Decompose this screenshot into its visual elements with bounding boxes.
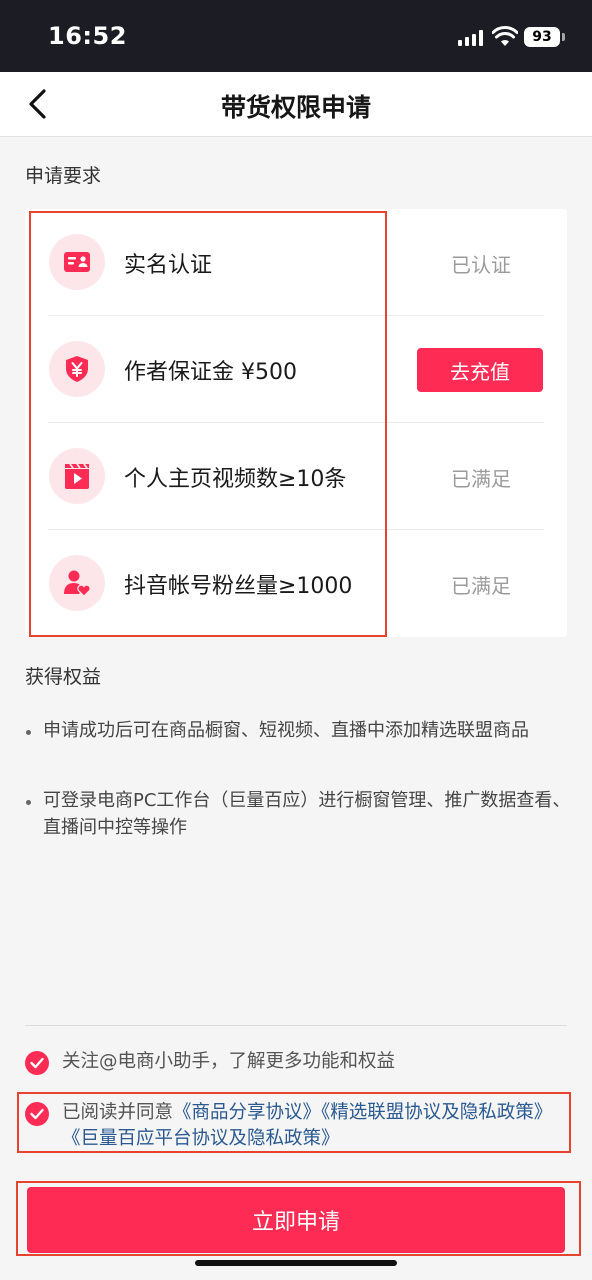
link-baiying-agreement[interactable]: 《巨量百应平台协议及隐私政策》 bbox=[62, 1128, 340, 1149]
follow-text: 关注@电商小助手，了解更多功能和权益 bbox=[62, 1051, 396, 1072]
requirement-status: 已满足 bbox=[451, 467, 511, 491]
nav-bar: 带货权限申请 bbox=[0, 72, 592, 137]
requirement-status: 已认证 bbox=[451, 253, 511, 277]
battery-tip bbox=[562, 33, 565, 41]
link-product-share-agreement[interactable]: 《商品分享协议》 bbox=[173, 1102, 321, 1123]
benefits-section-title: 获得权益 bbox=[25, 666, 102, 688]
checkmark-icon[interactable] bbox=[25, 1051, 49, 1075]
fans-heart-icon bbox=[49, 555, 105, 611]
benefit-text: 申请成功后可在商品橱窗、短视频、直播中添加精选联盟商品 bbox=[43, 720, 529, 741]
bullet-dot bbox=[26, 730, 31, 735]
agreement-checkbox-row: 已阅读并同意《商品分享协议》《精选联盟协议及隐私政策》《巨量百应平台协议及隐私政… bbox=[25, 1102, 570, 1154]
requirement-label: 抖音帐号粉丝量≥1000 bbox=[124, 574, 353, 599]
benefit-text: 可登录电商PC工作台（巨量百应）进行橱窗管理、推广数据查看、直播间中控等操作 bbox=[43, 790, 571, 838]
page-title: 带货权限申请 bbox=[220, 93, 371, 122]
requirement-row-videos: 个人主页视频数≥10条 已满足 bbox=[25, 423, 567, 530]
agreement-divider bbox=[25, 1025, 567, 1026]
home-indicator bbox=[195, 1260, 397, 1266]
status-time: 16:52 bbox=[48, 22, 127, 50]
status-bar: 16:52 93 bbox=[0, 0, 592, 72]
bullet-dot bbox=[26, 800, 31, 805]
follow-checkbox-row: 关注@电商小助手，了解更多功能和权益 bbox=[25, 1051, 570, 1077]
id-card-icon bbox=[49, 234, 105, 290]
requirement-row-real-name: 实名认证 已认证 bbox=[25, 209, 567, 316]
requirements-section-title: 申请要求 bbox=[25, 165, 102, 187]
checkmark-icon[interactable] bbox=[25, 1102, 49, 1126]
benefit-item: 可登录电商PC工作台（巨量百应）进行橱窗管理、推广数据查看、直播间中控等操作 bbox=[26, 787, 571, 841]
requirement-label: 个人主页视频数≥10条 bbox=[124, 467, 347, 492]
apply-button[interactable]: 立即申请 bbox=[27, 1187, 565, 1253]
agreement-text: 已阅读并同意《商品分享协议》《精选联盟协议及隐私政策》《巨量百应平台协议及隐私政… bbox=[62, 1100, 572, 1152]
requirement-row-deposit: 作者保证金 ¥500 去充值 bbox=[25, 316, 567, 423]
benefit-item: 申请成功后可在商品橱窗、短视频、直播中添加精选联盟商品 bbox=[26, 717, 571, 744]
agreement-prefix: 已阅读并同意 bbox=[62, 1102, 174, 1123]
cellular-signal-icon bbox=[458, 30, 486, 46]
requirements-card: 实名认证 已认证 作者保证金 ¥500 去充值 个人主页视频数≥10条 已满足 bbox=[25, 209, 567, 637]
requirement-row-fans: 抖音帐号粉丝量≥1000 已满足 bbox=[25, 530, 567, 637]
requirement-status: 已满足 bbox=[451, 574, 511, 598]
link-alliance-agreement[interactable]: 《精选联盟协议及隐私政策》 bbox=[321, 1102, 552, 1123]
wifi-icon bbox=[492, 26, 518, 46]
video-clapper-icon bbox=[49, 448, 105, 504]
battery-icon: 93 bbox=[524, 27, 560, 47]
yen-shield-icon bbox=[49, 341, 105, 397]
requirement-label: 实名认证 bbox=[124, 253, 213, 278]
requirement-label: 作者保证金 ¥500 bbox=[124, 360, 297, 385]
recharge-button[interactable]: 去充值 bbox=[417, 348, 543, 392]
